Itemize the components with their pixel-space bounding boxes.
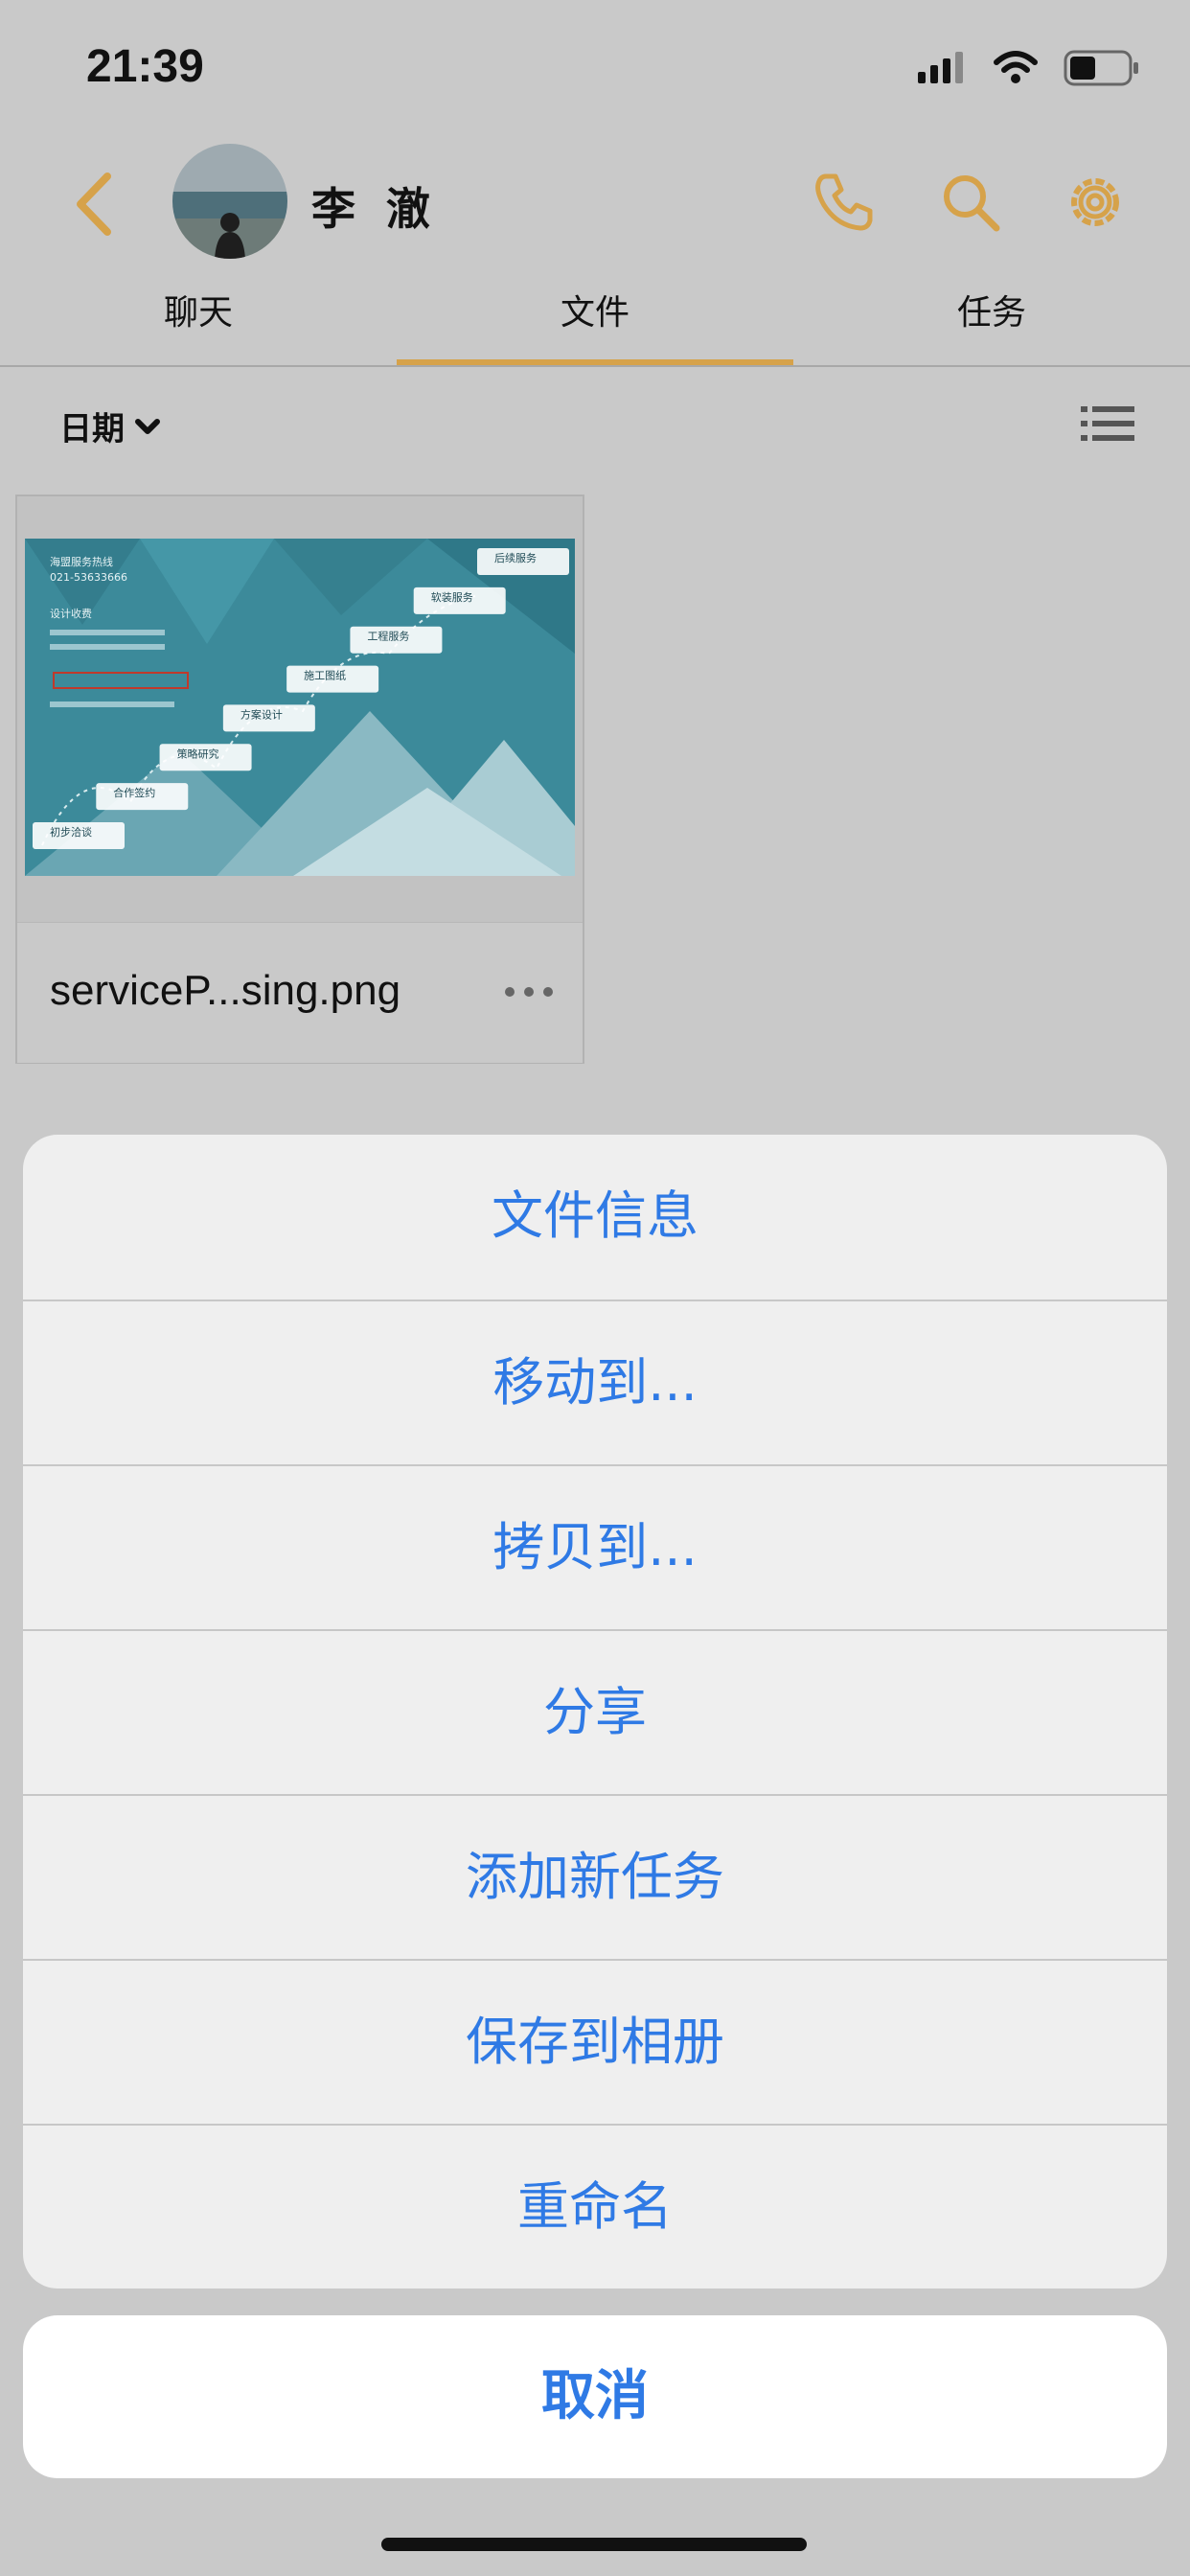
status-icons	[918, 50, 1140, 86]
file-name: serviceP...sing.png	[50, 967, 401, 1014]
thumb-step-label: 策略研究	[177, 747, 219, 760]
thumb-step-label: 合作签约	[113, 786, 155, 799]
thumb-hotline-number: 021-53633666	[50, 571, 127, 584]
chat-header: 李 澈	[0, 134, 1190, 268]
contact-name: 李 澈	[311, 183, 439, 235]
action-move-to[interactable]: 移动到...	[23, 1300, 1167, 1464]
sort-dropdown[interactable]: 日期	[59, 402, 161, 449]
status-time: 21:39	[86, 41, 204, 92]
chevron-down-icon	[135, 418, 160, 434]
action-save-to-album[interactable]: 保存到相册	[23, 1959, 1167, 2124]
tab-chat[interactable]: 聊天	[0, 273, 397, 365]
filter-bar: 日期	[0, 383, 1190, 470]
action-share[interactable]: 分享	[23, 1629, 1167, 1794]
tab-files[interactable]: 文件	[397, 273, 793, 365]
action-rename[interactable]: 重命名	[23, 2124, 1167, 2288]
thumb-hotline-title: 海盟服务热线	[50, 555, 113, 568]
thumb-step-label: 工程服务	[367, 631, 409, 643]
cellular-signal-icon	[918, 52, 963, 83]
back-chevron-icon[interactable]	[67, 171, 125, 238]
search-icon[interactable]	[939, 171, 1002, 234]
gear-icon[interactable]	[1064, 171, 1127, 234]
thumb-step-label: 方案设计	[240, 707, 283, 721]
status-bar: 21:39	[0, 0, 1190, 134]
more-options-icon[interactable]	[502, 982, 556, 1001]
thumb-step-label: 施工图纸	[304, 670, 346, 682]
sort-label: 日期	[59, 410, 125, 448]
phone-icon[interactable]	[812, 171, 876, 234]
tab-bar: 聊天 文件 任务	[0, 273, 1190, 367]
battery-icon	[1064, 50, 1138, 86]
thumb-step-label: 软装服务	[431, 590, 473, 604]
action-copy-to[interactable]: 拷贝到...	[23, 1464, 1167, 1629]
file-footer: serviceP...sing.png	[17, 922, 583, 1063]
action-file-info[interactable]: 文件信息	[23, 1135, 1167, 1300]
file-thumbnail[interactable]: 初步洽谈 合作签约 策略研究 方案设计 施工图纸 工程服务 软装服务 后续服务 海盟服务热线 …	[25, 539, 575, 876]
cancel-button[interactable]: 取消	[23, 2315, 1167, 2478]
action-add-task[interactable]: 添加新任务	[23, 1794, 1167, 1959]
list-view-icon[interactable]	[1081, 404, 1134, 443]
action-sheet: 文件信息 移动到... 拷贝到... 分享 添加新任务 保存到相册 重命名	[23, 1135, 1167, 2288]
tab-tasks[interactable]: 任务	[793, 273, 1190, 365]
thumb-fee-title: 设计收费	[50, 607, 92, 620]
home-indicator[interactable]	[381, 2538, 807, 2551]
file-card[interactable]: 初步洽谈 合作签约 策略研究 方案设计 施工图纸 工程服务 软装服务 后续服务 海盟服务热线 …	[15, 494, 584, 1064]
thumb-step-label: 初步洽谈	[50, 825, 92, 839]
thumb-step-label: 后续服务	[494, 551, 537, 564]
avatar[interactable]	[172, 144, 287, 259]
wifi-icon	[994, 51, 1038, 83]
